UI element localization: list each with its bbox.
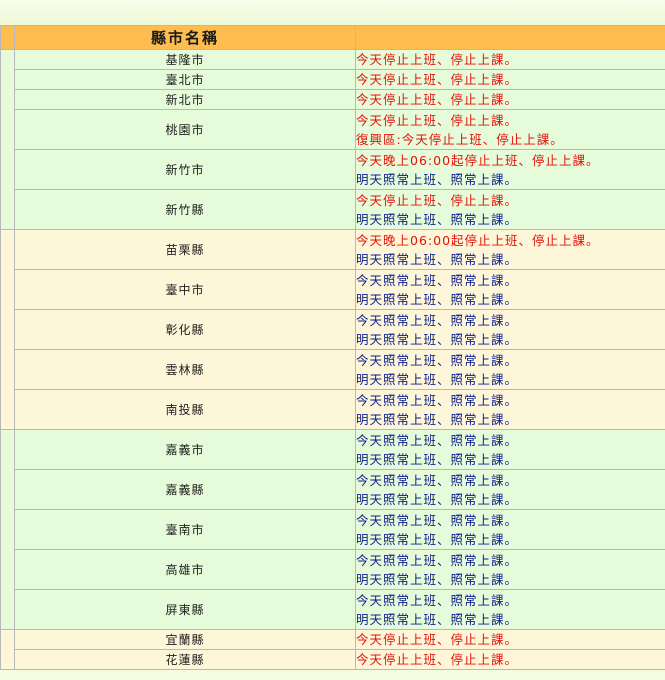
status-cell: 今天照常上班、照常上課。 明天照常上班、照常上課。 (355, 429, 665, 470)
status-line: 明天照常上班、照常上課。 (356, 571, 519, 587)
status-line: 明天照常上班、照常上課。 (356, 211, 519, 227)
city-name-cell: 花蓮縣 (14, 649, 356, 670)
status-line: 今天停止上班、停止上課。 (356, 632, 519, 647)
city-name-cell: 彰化縣 (14, 309, 356, 350)
status-cell: 今天照常上班、照常上課。 明天照常上班、照常上課。 (355, 389, 665, 430)
city-name-cell: 屏東縣 (14, 589, 356, 630)
status-cell: 今天停止上班、停止上課。 (355, 89, 665, 110)
city-name-cell: 桃園市 (14, 109, 356, 150)
status-cell: 今天照常上班、照常上課。 明天照常上班、照常上課。 (355, 589, 665, 630)
table-row: 基隆市 今天停止上班、停止上課。 (0, 49, 665, 230)
status-cell: 今天照常上班、照常上課。 明天照常上班、照常上課。 (355, 549, 665, 590)
city-name-cell: 高雄市 (14, 549, 356, 590)
city-name-cell: 雲林縣 (14, 349, 356, 390)
status-column-header (355, 25, 665, 50)
city-name-cell: 臺中市 (14, 269, 356, 310)
status-cell: 今天停止上班、停止上課。 (355, 629, 665, 650)
status-line: 明天照常上班、照常上課。 (356, 171, 519, 187)
table-row: 高雄市 今天照常上班、照常上課。 明天照常上班、照常上課。 (1, 549, 665, 590)
status-cell: 今天照常上班、照常上課。 明天照常上班、照常上課。 (355, 269, 665, 310)
region-header-cell (0, 25, 15, 50)
city-name-cell: 嘉義縣 (14, 469, 356, 510)
status-line: 今天停止上班、停止上課。 (356, 92, 519, 107)
city-name-cell: 新竹市 (14, 149, 356, 190)
status-cell: 今天停止上班、停止上課。復興區:今天停止上班、停止上課。 (355, 109, 665, 150)
status-line: 今天照常上班、照常上課。 (356, 432, 519, 448)
table-row: 臺北市 今天停止上班、停止上課。 (1, 69, 665, 90)
city-name-cell: 南投縣 (14, 389, 356, 430)
table-row: 嘉義縣 今天照常上班、照常上課。 明天照常上班、照常上課。 (1, 469, 665, 510)
status-line: 今天停止上班、停止上課。 (356, 52, 519, 67)
status-cell: 今天晚上06:00起停止上班、停止上課。 明天照常上班、照常上課。 (355, 229, 665, 270)
status-cell: 今天停止上班、停止上課。 (355, 69, 665, 90)
status-line: 明天照常上班、照常上課。 (356, 331, 519, 347)
table-row: 新竹縣 今天停止上班、停止上課。 明天照常上班、照常上課。 (1, 189, 665, 230)
table-row: 新北市 今天停止上班、停止上課。 (1, 89, 665, 110)
table-row: 桃園市 今天停止上班、停止上課。復興區:今天停止上班、停止上課。 (1, 109, 665, 150)
status-cell: 今天照常上班、照常上課。 明天照常上班、照常上課。 (355, 349, 665, 390)
table-row: 苗栗縣 今天晚上06:00起停止上班、停止上課。 明天照常上班、照常上課。 (0, 229, 665, 430)
status-line: 今天照常上班、照常上課。 (356, 352, 519, 368)
typhoon-status-table: 縣市名稱 基隆市 今天停止上班、停止上課。 臺北市 今天停止上班、停止上課。 新北市 今天… (0, 25, 665, 670)
status-line: 今天停止上班、停止上課。 (356, 112, 519, 128)
table-row: 嘉義市 今天照常上班、照常上課。 明天照常上班、照常上課。 (0, 429, 665, 630)
status-cell: 今天照常上班、照常上課。 明天照常上班、照常上課。 (355, 509, 665, 550)
city-name-cell: 臺北市 (14, 69, 356, 90)
table-row: 屏東縣 今天照常上班、照常上課。 明天照常上班、照常上課。 (1, 589, 665, 630)
status-line: 明天照常上班、照常上課。 (356, 451, 519, 467)
city-column-header: 縣市名稱 (14, 25, 356, 50)
region-group-cell (0, 629, 15, 670)
table-row: 花蓮縣 今天停止上班、停止上課。 (1, 649, 665, 670)
status-cell: 今天停止上班、停止上課。 (355, 649, 665, 670)
status-line: 今天停止上班、停止上課。 (356, 652, 519, 667)
status-line: 今天照常上班、照常上課。 (356, 512, 519, 528)
status-line: 今天晚上06:00起停止上班、停止上課。 (356, 152, 600, 168)
status-cell: 今天照常上班、照常上課。 明天照常上班、照常上課。 (355, 469, 665, 510)
status-cell: 今天停止上班、停止上課。 明天照常上班、照常上課。 (355, 189, 665, 230)
status-line: 今天照常上班、照常上課。 (356, 392, 519, 408)
status-line: 復興區:今天停止上班、停止上課。 (356, 131, 564, 147)
table-row: 臺南市 今天照常上班、照常上課。 明天照常上班、照常上課。 (1, 509, 665, 550)
city-name-cell: 苗栗縣 (14, 229, 356, 270)
status-line: 今天停止上班、停止上課。 (356, 72, 519, 87)
status-line: 明天照常上班、照常上課。 (356, 291, 519, 307)
city-name-cell: 新北市 (14, 89, 356, 110)
status-cell: 今天晚上06:00起停止上班、停止上課。 明天照常上班、照常上課。 (355, 149, 665, 190)
table-body: 基隆市 今天停止上班、停止上課。 臺北市 今天停止上班、停止上課。 新北市 今天停止上班、… (0, 49, 665, 670)
status-cell: 今天照常上班、照常上課。 明天照常上班、照常上課。 (355, 309, 665, 350)
status-line: 明天照常上班、照常上課。 (356, 611, 519, 627)
status-line: 今天照常上班、照常上課。 (356, 552, 519, 568)
status-line: 今天停止上班、停止上課。 (356, 192, 519, 208)
table-row: 新竹市 今天晚上06:00起停止上班、停止上課。 明天照常上班、照常上課。 (1, 149, 665, 190)
status-line: 今天照常上班、照常上課。 (356, 592, 519, 608)
region-group-cell (0, 49, 15, 230)
table-header-row: 縣市名稱 (0, 25, 665, 50)
status-line: 今天照常上班、照常上課。 (356, 272, 519, 288)
city-name-cell: 新竹縣 (14, 189, 356, 230)
table-row: 雲林縣 今天照常上班、照常上課。 明天照常上班、照常上課。 (1, 349, 665, 390)
city-name-cell: 基隆市 (14, 49, 356, 70)
city-name-cell: 宜蘭縣 (14, 629, 356, 650)
status-line: 今天照常上班、照常上課。 (356, 472, 519, 488)
city-name-cell: 臺南市 (14, 509, 356, 550)
status-line: 明天照常上班、照常上課。 (356, 531, 519, 547)
region-group-cell (0, 429, 15, 630)
status-line: 明天照常上班、照常上課。 (356, 491, 519, 507)
table-row: 宜蘭縣 今天停止上班、停止上課。 (0, 629, 665, 670)
region-group-cell (0, 229, 15, 430)
status-line: 明天照常上班、照常上課。 (356, 411, 519, 427)
city-name-cell: 嘉義市 (14, 429, 356, 470)
status-line: 今天照常上班、照常上課。 (356, 312, 519, 328)
status-line: 明天照常上班、照常上課。 (356, 371, 519, 387)
table-row: 南投縣 今天照常上班、照常上課。 明天照常上班、照常上課。 (1, 389, 665, 430)
status-cell: 今天停止上班、停止上課。 (355, 49, 665, 70)
status-line: 今天晚上06:00起停止上班、停止上課。 (356, 232, 600, 248)
table-row: 彰化縣 今天照常上班、照常上課。 明天照常上班、照常上課。 (1, 309, 665, 350)
table-row: 臺中市 今天照常上班、照常上課。 明天照常上班、照常上課。 (1, 269, 665, 310)
status-line: 明天照常上班、照常上課。 (356, 251, 519, 267)
top-band (0, 0, 665, 25)
